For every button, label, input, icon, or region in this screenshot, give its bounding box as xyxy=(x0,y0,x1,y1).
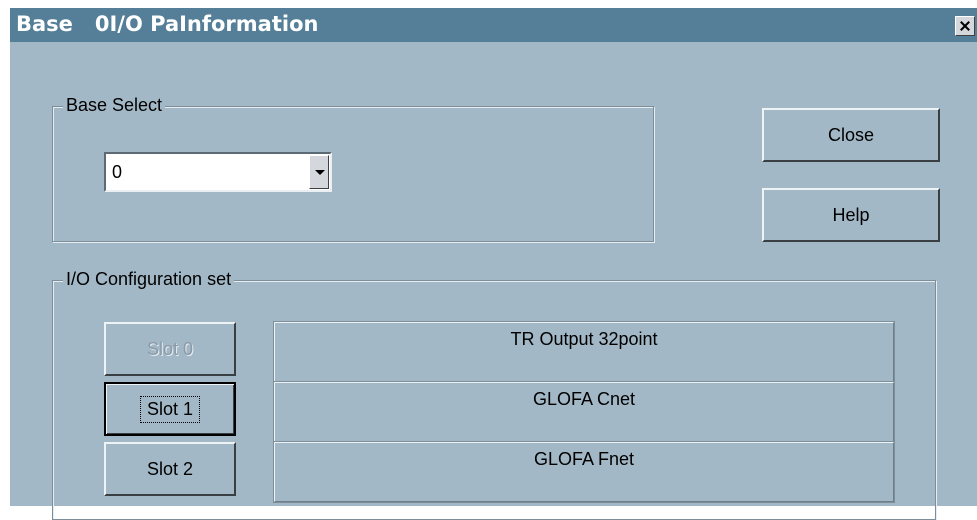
dialog-window: Base 0I/O PaInformation Base Select 0 Cl… xyxy=(10,8,977,520)
slot-0-module-text: TR Output 32point xyxy=(510,329,658,349)
help-button[interactable]: Help xyxy=(762,188,940,242)
slot-0-button[interactable]: Slot 0 xyxy=(104,322,236,376)
base-select-value: 0 xyxy=(112,162,123,182)
slot-1-module-text: GLOFA Cnet xyxy=(532,389,636,409)
slot-1-button[interactable]: Slot 1 xyxy=(104,382,236,436)
slot-2-module: GLOFA Fnet xyxy=(273,441,895,503)
base-select-legend: Base Select xyxy=(63,95,166,116)
title-bar[interactable]: Base 0I/O PaInformation xyxy=(10,8,977,42)
close-icon[interactable] xyxy=(955,16,975,36)
base-select-combobox[interactable]: 0 xyxy=(104,152,332,192)
slot-1-label: Slot 1 xyxy=(139,395,201,423)
slot-2-button[interactable]: Slot 2 xyxy=(104,442,236,496)
close-button[interactable]: Close xyxy=(762,108,940,162)
slot-1-module: GLOFA Cnet xyxy=(273,381,895,443)
slot-0-module: TR Output 32point xyxy=(273,321,895,383)
window-title: Base 0I/O PaInformation xyxy=(16,12,319,36)
help-button-label: Help xyxy=(832,204,870,225)
slot-2-module-text: GLOFA Fnet xyxy=(533,449,635,469)
slot-2-label: Slot 2 xyxy=(146,458,194,479)
slot-0-label: Slot 0 xyxy=(146,338,194,359)
io-configuration-legend: I/O Configuration set xyxy=(63,269,235,290)
close-button-label: Close xyxy=(827,124,875,145)
dropdown-arrow-icon[interactable] xyxy=(309,155,329,189)
